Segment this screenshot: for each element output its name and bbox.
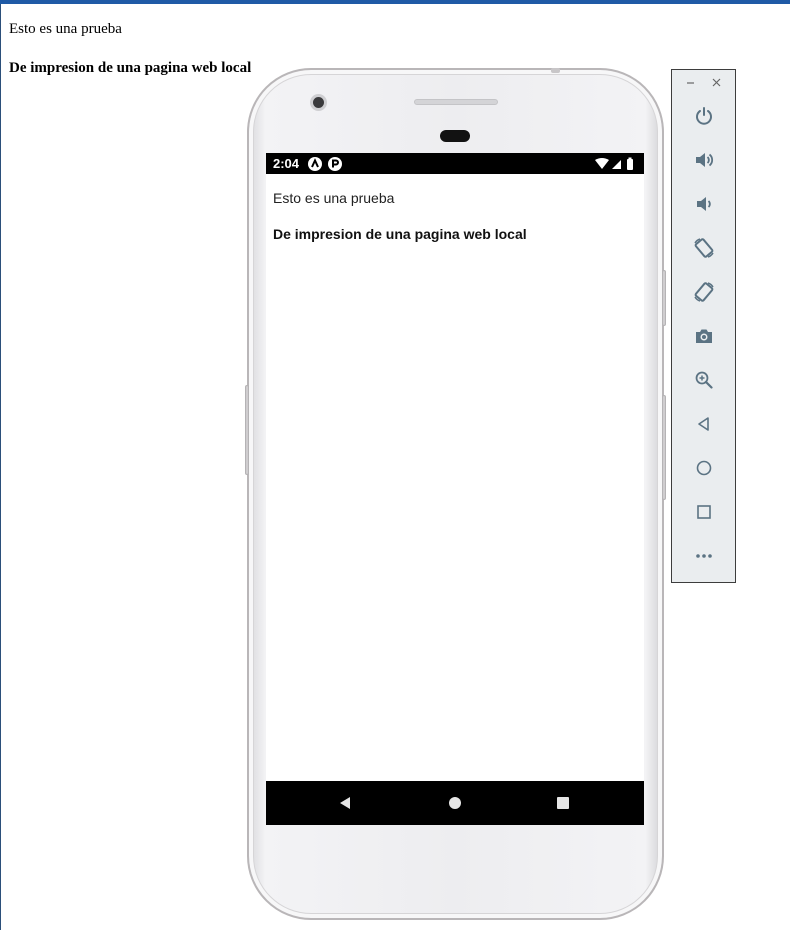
phone-screen[interactable]: 2:04 Esto es una prueba De impresion de … — [266, 153, 644, 825]
earpiece-speaker — [414, 99, 498, 105]
proximity-sensor — [440, 130, 470, 142]
home-icon[interactable] — [448, 796, 462, 815]
volume-up-button[interactable] — [691, 147, 717, 173]
volume-down-icon — [697, 197, 711, 211]
back-icon — [698, 417, 709, 431]
more-button[interactable] — [691, 543, 717, 569]
zoom-icon — [695, 371, 713, 389]
rotate-left-icon — [694, 238, 714, 258]
zoom-button[interactable] — [691, 367, 717, 393]
back-button[interactable] — [691, 411, 717, 437]
home-icon — [696, 460, 712, 476]
navigation-bar — [266, 781, 644, 825]
volume-down-button[interactable] — [691, 191, 717, 217]
p-icon — [328, 157, 342, 171]
emulator-toolbar — [671, 69, 736, 583]
phone-power-button — [662, 270, 666, 326]
back-icon[interactable] — [338, 796, 352, 815]
rotate-right-button[interactable] — [691, 279, 717, 305]
camera-icon — [696, 329, 712, 343]
rotate-left-button[interactable] — [691, 235, 717, 261]
a-icon — [308, 157, 322, 171]
screenshot-button[interactable] — [691, 323, 717, 349]
power-button[interactable] — [691, 103, 717, 129]
window-accent-bar — [0, 0, 790, 4]
app-text: Esto es una prueba — [273, 190, 395, 206]
window-left-edge — [0, 4, 1, 930]
front-camera — [310, 94, 327, 111]
recents-icon[interactable] — [556, 796, 570, 815]
overview-button[interactable] — [691, 499, 717, 525]
host-page-text: Esto es una prueba — [9, 21, 122, 37]
power-icon — [696, 107, 712, 125]
status-time: 2:04 — [273, 156, 300, 171]
minimize-icon[interactable] — [686, 75, 695, 90]
more-icon — [696, 554, 712, 558]
status-icons — [594, 157, 638, 176]
overview-icon — [697, 505, 711, 519]
battery-icon — [627, 157, 633, 170]
wifi-icon — [595, 158, 609, 169]
host-page-bold-text: De impresion de una pagina web local — [9, 60, 252, 76]
app-bold-text: De impresion de una pagina web local — [273, 226, 527, 242]
signal-icon — [612, 160, 621, 169]
status-bar: 2:04 — [266, 153, 644, 174]
phone-top-button — [551, 68, 560, 73]
phone-left-button — [245, 385, 249, 475]
close-icon[interactable] — [712, 75, 721, 90]
home-button[interactable] — [691, 455, 717, 481]
volume-up-icon — [696, 153, 714, 167]
rotate-right-icon — [694, 282, 714, 302]
phone-volume-button — [662, 395, 666, 500]
